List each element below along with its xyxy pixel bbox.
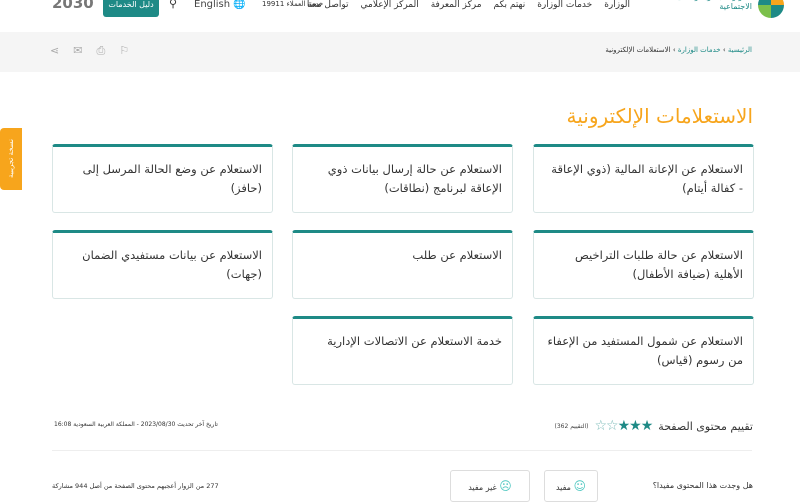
breadcrumb-current: الاستعلامات الإلكترونية bbox=[605, 46, 671, 54]
service-card[interactable]: خدمة الاستعلام عن الاتصالات الإدارية bbox=[292, 316, 513, 385]
nav-knowledge[interactable]: مركز المعرفة bbox=[431, 0, 482, 10]
vision-2030-logo: 2030 bbox=[52, 0, 94, 12]
globe-icon: 🌐 bbox=[233, 0, 246, 10]
rating-label: تقييم محتوى الصفحة bbox=[658, 419, 753, 433]
star-filled-icon[interactable]: ★ bbox=[618, 418, 631, 434]
logo-mark-icon bbox=[758, 0, 784, 18]
language-switch[interactable]: English 🌐 bbox=[194, 0, 246, 10]
header: الموارد البشرية والتنمية الاجتماعية الوز… bbox=[0, 0, 800, 32]
service-card[interactable]: الاستعلام عن وضع الحالة المرسل إلى (حافز… bbox=[52, 144, 273, 213]
search-icon[interactable]: ⚲ bbox=[169, 0, 177, 10]
services-guide-button[interactable]: دليل الخدمات bbox=[103, 0, 159, 17]
star-empty-icon[interactable]: ☆ bbox=[606, 418, 619, 434]
nav-ministry[interactable]: الوزارة bbox=[604, 0, 630, 10]
service-card[interactable]: الاستعلام عن بيانات مستفيدي الضمان (جهات… bbox=[52, 230, 273, 299]
rating-count: (التقييم 362) bbox=[554, 422, 589, 430]
page-title: الاستعلامات الإلكترونية bbox=[566, 104, 753, 128]
print-icon[interactable]: ⎙ bbox=[96, 44, 105, 58]
nav-services[interactable]: خدمات الوزارة bbox=[537, 0, 592, 10]
nav-care[interactable]: نهتم بكم bbox=[494, 0, 526, 10]
breadcrumb: الرئيسية › خدمات الوزارة › الاستعلامات ا… bbox=[605, 46, 752, 54]
page-rating: تقييم محتوى الصفحة ★★★☆☆ (التقييم 362) bbox=[554, 418, 753, 434]
rating-stars[interactable]: ★★★☆☆ bbox=[594, 418, 654, 434]
frown-icon: ☹ bbox=[499, 479, 512, 493]
service-card[interactable]: الاستعلام عن حالة إرسال بيانات ذوي الإعا… bbox=[292, 144, 513, 213]
divider bbox=[52, 450, 752, 451]
last-updated: تاريخ آخر تحديث 2023/08/30 - المملكة الع… bbox=[54, 421, 218, 428]
beta-version-tab[interactable]: نسخة تجريبية bbox=[0, 128, 22, 190]
email-icon[interactable]: ✉ bbox=[73, 44, 82, 58]
useful-button[interactable]: ☺ مفيد bbox=[544, 470, 598, 502]
feedback-question: هل وجدت هذا المحتوى مفيدا؟ bbox=[652, 481, 753, 490]
customer-service-hotline[interactable]: خدمة العملاء 19911 bbox=[262, 0, 323, 8]
star-filled-icon[interactable]: ★ bbox=[629, 418, 642, 434]
smile-icon: ☺ bbox=[573, 479, 586, 493]
star-empty-icon[interactable]: ☆ bbox=[594, 418, 607, 434]
share-icon[interactable]: ⋖ bbox=[50, 44, 59, 58]
main-nav: الوزارة خدمات الوزارة نهتم بكم مركز المع… bbox=[307, 0, 630, 10]
ministry-logo[interactable]: الموارد البشرية والتنمية الاجتماعية bbox=[642, 0, 784, 22]
nav-media[interactable]: المركز الإعلامي bbox=[361, 0, 419, 10]
service-card[interactable]: الاستعلام عن حالة طلبات التراخيص الأهلية… bbox=[533, 230, 754, 299]
star-filled-icon[interactable]: ★ bbox=[641, 418, 654, 434]
not-useful-button[interactable]: ☹ غير مفيد bbox=[450, 470, 530, 502]
service-card[interactable]: الاستعلام عن شمول المستفيد من الإعفاء من… bbox=[533, 316, 754, 385]
service-card[interactable]: الاستعلام عن الإعانة المالية (ذوي الإعاق… bbox=[533, 144, 754, 213]
page-tools: ⋖ ✉ ⎙ ⚐ bbox=[50, 44, 129, 58]
breadcrumb-section[interactable]: خدمات الوزارة bbox=[678, 46, 721, 54]
bookmark-icon[interactable]: ⚐ bbox=[119, 44, 129, 58]
breadcrumb-bar: الرئيسية › خدمات الوزارة › الاستعلامات ا… bbox=[0, 32, 800, 72]
service-card[interactable]: الاستعلام عن طلب bbox=[292, 230, 513, 299]
breadcrumb-home[interactable]: الرئيسية bbox=[728, 46, 752, 54]
feedback-stats: 277 من الزوار أعجبهم محتوى الصفحة من أصل… bbox=[52, 482, 219, 490]
